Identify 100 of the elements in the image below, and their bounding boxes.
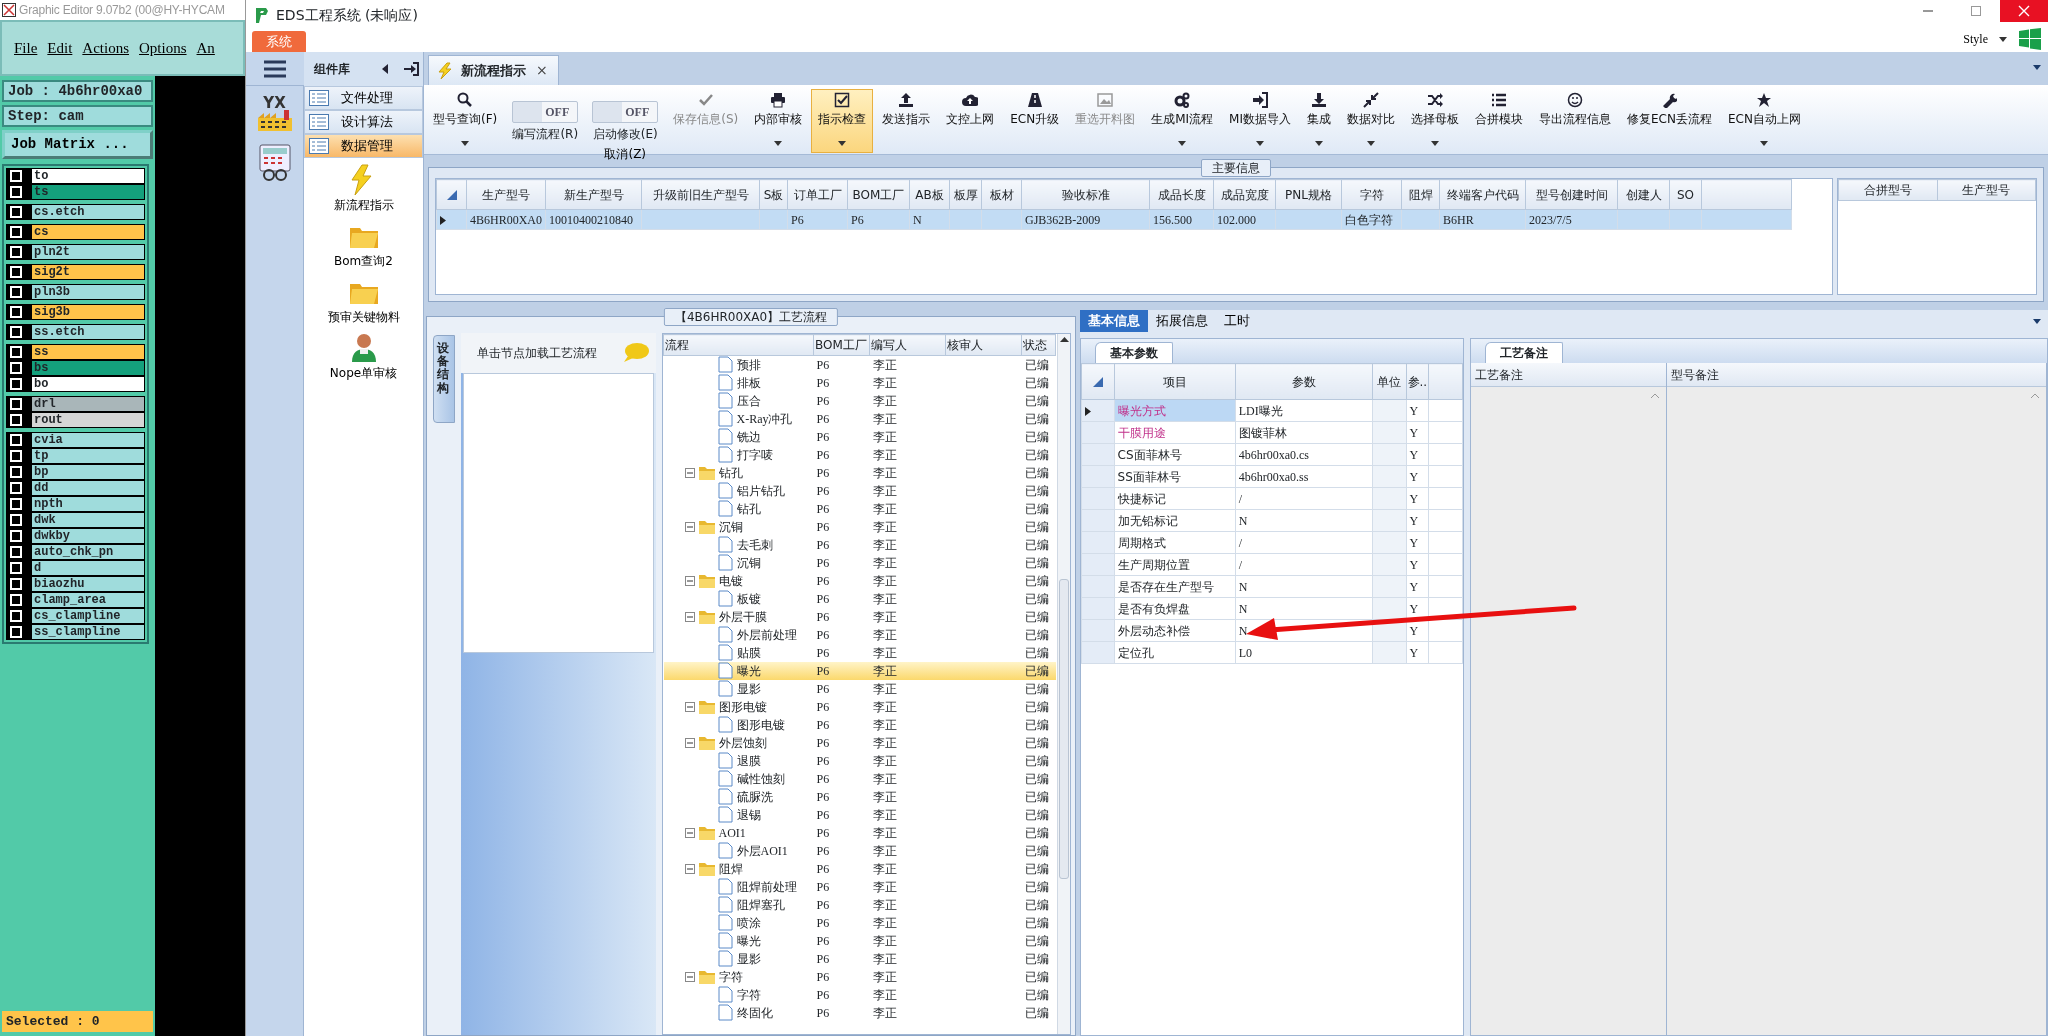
tree-row[interactable]: 板镀 P6 李正 已编: [663, 589, 1056, 608]
layer-name[interactable]: ss: [32, 345, 144, 359]
layer-name[interactable]: dwk: [32, 513, 144, 527]
tool-item[interactable]: 新流程指示: [304, 164, 423, 214]
tree-row[interactable]: 沉铜 P6 李正 已编: [663, 517, 1056, 536]
column-header[interactable]: 型号创建时间: [1525, 179, 1618, 210]
column-header[interactable]: 状态: [1021, 334, 1056, 356]
layer-name[interactable]: bs: [32, 361, 144, 375]
tree-row[interactable]: 铝片钻孔 P6 李正 已编: [663, 481, 1056, 500]
column-header[interactable]: 项目: [1114, 363, 1236, 400]
column-header[interactable]: 验收标准: [1021, 179, 1150, 210]
column-header[interactable]: 参数: [1235, 363, 1373, 400]
scrollbar-thumb[interactable]: [1059, 579, 1069, 879]
layer-name[interactable]: cs.etch: [32, 205, 144, 219]
layer-checkbox[interactable]: [10, 266, 22, 278]
layer-name[interactable]: d: [32, 561, 144, 575]
expand-toggle[interactable]: [684, 863, 695, 874]
column-header[interactable]: 成品长度: [1149, 179, 1214, 210]
tree-label[interactable]: 显影: [736, 951, 761, 966]
column-header[interactable]: 新生产型号: [545, 179, 642, 210]
toolbar-button[interactable]: ECN自动上网: [1720, 89, 1808, 153]
panel-tab[interactable]: 工艺备注: [1485, 342, 1563, 363]
tree-label[interactable]: 曝光: [736, 663, 761, 678]
table-row[interactable]: 快捷标记 / Y: [1081, 487, 1463, 510]
tree-label[interactable]: 显影: [736, 681, 761, 696]
tree-label[interactable]: 排板: [736, 375, 761, 390]
tree-row[interactable]: AOI1 P6 李正 已编: [663, 823, 1056, 842]
column-header[interactable]: 工艺备注: [1471, 363, 1666, 387]
layer-checkbox[interactable]: [10, 206, 22, 218]
tree-row[interactable]: 预排 P6 李正 已编: [663, 355, 1056, 374]
tree-label[interactable]: 喷涂: [736, 915, 761, 930]
column-header[interactable]: SO: [1669, 179, 1702, 210]
column-header[interactable]: 订单工厂: [787, 179, 848, 210]
layer-checkbox[interactable]: [10, 246, 22, 258]
layer-checkbox[interactable]: [10, 482, 22, 494]
tree-label[interactable]: 阻焊: [718, 861, 743, 876]
table-row[interactable]: 干膜用途 图镀菲林 Y: [1081, 421, 1463, 444]
layer-checkbox[interactable]: [10, 414, 22, 426]
layer-name[interactable]: pln2t: [32, 245, 144, 259]
column-header[interactable]: AB板: [909, 179, 950, 210]
toolbar-button[interactable]: 指示检查: [811, 89, 874, 153]
layer-name[interactable]: bo: [32, 377, 144, 391]
column-header[interactable]: 型号备注: [1667, 363, 2046, 387]
expand-toggle[interactable]: [684, 701, 695, 712]
tree-row[interactable]: 曝光 P6 李正 已编: [663, 661, 1056, 680]
layer-name[interactable]: cvia: [32, 433, 144, 447]
column-header[interactable]: 成品宽度: [1213, 179, 1276, 210]
tree-label[interactable]: 外层前处理: [736, 627, 797, 642]
tree-label[interactable]: 字符: [718, 969, 743, 984]
layer-name[interactable]: pln3b: [32, 285, 144, 299]
tree-row[interactable]: 电镀 P6 李正 已编: [663, 571, 1056, 590]
layer-checkbox[interactable]: [10, 346, 22, 358]
tree-row[interactable]: 显影 P6 李正 已编: [663, 679, 1056, 698]
column-header[interactable]: 字符: [1341, 179, 1402, 210]
layer-checkbox[interactable]: [10, 378, 22, 390]
table-row[interactable]: 是否存在生产型号 N Y: [1081, 575, 1463, 598]
tree-label[interactable]: 硫脲洗: [736, 789, 773, 804]
category-item[interactable]: 文件处理: [304, 86, 423, 110]
tree-row[interactable]: 阻焊塞孔 P6 李正 已编: [663, 895, 1056, 914]
tree-row[interactable]: 打字唛 P6 李正 已编: [663, 445, 1056, 464]
layer-name[interactable]: dwkby: [32, 529, 144, 543]
panel-tab[interactable]: 基本参数: [1095, 342, 1173, 363]
tree-label[interactable]: 外层蚀刻: [718, 735, 767, 750]
column-header[interactable]: BOM工厂: [813, 334, 870, 356]
tree-label[interactable]: 预排: [736, 357, 761, 372]
tree-label[interactable]: 退膜: [736, 753, 761, 768]
tree-row[interactable]: 外层干膜 P6 李正 已编: [663, 607, 1056, 626]
column-header[interactable]: PNL规格: [1275, 179, 1342, 210]
tool-item[interactable]: 预审关键物料: [304, 276, 423, 326]
layer-checkbox[interactable]: [10, 546, 22, 558]
tree-row[interactable]: 压合 P6 李正 已编: [663, 391, 1056, 410]
layer-checkbox[interactable]: [10, 594, 22, 606]
tree-label[interactable]: 阻焊塞孔: [736, 897, 785, 912]
column-header[interactable]: 升级前旧生产型号: [641, 179, 760, 210]
toolbar-button[interactable]: 数据对比: [1340, 89, 1402, 153]
column-header[interactable]: BOM工厂: [847, 179, 910, 210]
layer-checkbox[interactable]: [10, 226, 22, 238]
toolbar-button[interactable]: 修复ECN丢流程: [1620, 89, 1719, 153]
tree-row[interactable]: 曝光 P6 李正 已编: [663, 931, 1056, 950]
toolbar-button[interactable]: 文控上网: [939, 89, 1002, 153]
layer-checkbox[interactable]: [10, 530, 22, 542]
toolbar-button[interactable]: 导出流程信息: [1532, 89, 1618, 153]
layer-name[interactable]: npth: [32, 497, 144, 511]
tool-item[interactable]: Nope单审核: [304, 332, 423, 382]
column-header[interactable]: 板厚: [949, 179, 982, 210]
layer-name[interactable]: bp: [32, 465, 144, 479]
toolbar-button[interactable]: 内部审核: [747, 89, 810, 153]
toolbar-button[interactable]: MI数据导入: [1222, 89, 1298, 153]
style-menu[interactable]: Style: [1963, 30, 1988, 48]
tree-label[interactable]: 电镀: [718, 573, 743, 588]
layer-name[interactable]: tp: [32, 449, 144, 463]
tree-label[interactable]: 铣边: [736, 429, 761, 444]
toolbar-button[interactable]: ECN升级: [1003, 89, 1067, 153]
tree-row[interactable]: 钻孔 P6 李正 已编: [663, 499, 1056, 518]
tree-label[interactable]: 板镀: [736, 591, 761, 606]
tree-row[interactable]: 外层蚀刻 P6 李正 已编: [663, 733, 1056, 752]
layer-name[interactable]: drl: [32, 397, 144, 411]
table-row[interactable]: CS面菲林号 4b6hr00xa0.cs Y: [1081, 443, 1463, 466]
tree-row[interactable]: 显影 P6 李正 已编: [663, 949, 1056, 968]
column-header[interactable]: 核审人: [945, 334, 1022, 356]
